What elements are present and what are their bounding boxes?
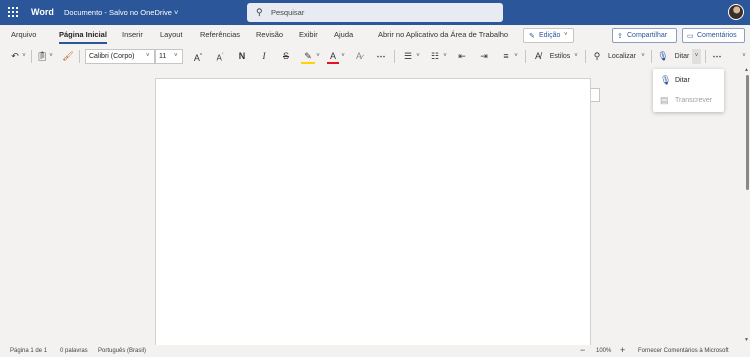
chevron-down-icon[interactable]: ˅ (48, 49, 54, 64)
font-color-icon[interactable]: A (327, 49, 339, 64)
word-count: 0 palavras (60, 348, 88, 354)
document-title[interactable]: Documento - Salvo no OneDrive ˅ (64, 8, 178, 17)
styles-icon[interactable]: A̸ (531, 49, 545, 64)
clear-format-icon[interactable]: A̷ (352, 49, 366, 64)
font-size-value: 11 (159, 53, 167, 60)
edit-mode-label: Edição (539, 32, 561, 39)
comment-icon: ▭ (687, 33, 694, 40)
chevron-down-icon[interactable]: ˅ (442, 49, 448, 64)
undo-icon[interactable]: ↶ (9, 49, 21, 64)
status-bar: Página 1 de 1 0 palavras Português (Bras… (0, 345, 750, 357)
tab-layout[interactable]: Layout (160, 30, 183, 39)
share-icon: ⇪ (617, 33, 623, 40)
dictate-label[interactable]: Ditar (671, 49, 693, 64)
zoom-out-icon[interactable]: − (580, 345, 585, 355)
scroll-up-icon[interactable]: ▲ (744, 67, 749, 73)
format-painter-icon[interactable]: 🖌︎ (62, 49, 74, 64)
tab-abrir-desktop[interactable]: Abrir no Aplicativo da Área de Trabalho (378, 30, 508, 39)
find-icon[interactable]: ⚲ (591, 49, 603, 64)
divider (394, 50, 395, 63)
paste-icon[interactable]: 📋︎ (36, 49, 48, 64)
tab-revisao[interactable]: Revisão (256, 30, 283, 39)
strikethrough-icon[interactable]: S (280, 49, 292, 64)
divider (651, 50, 652, 63)
chevron-down-icon: ˅ (174, 53, 178, 59)
search-icon: ⚲ (256, 7, 263, 17)
chevron-down-icon[interactable]: ˅ (640, 49, 646, 64)
edit-mode-button[interactable]: ✎ Edição ˅ (523, 28, 574, 43)
chevron-down-icon[interactable]: ˅ (692, 49, 701, 64)
tab-inserir[interactable]: Inserir (122, 30, 143, 39)
chevron-down-icon[interactable]: ˅ (340, 49, 346, 64)
page-count: Página 1 de 1 (10, 348, 48, 354)
ribbon-toolbar: ↶ ˅ 📋︎ ˅ 🖌︎ Calibri (Corpo) ˅ 11 ˅ A^ Aˇ… (0, 46, 750, 67)
divider (79, 50, 80, 63)
tab-exibir[interactable]: Exibir (299, 30, 318, 39)
microphone-icon: 🎙︎ (660, 75, 672, 85)
grow-font-icon[interactable]: A^ (192, 49, 204, 64)
expand-ribbon-icon[interactable]: ˅ (740, 49, 748, 64)
chevron-down-icon[interactable]: ˅ (415, 49, 421, 64)
divider (31, 50, 32, 63)
menu-bar: Arquivo Página Inicial Inserir Layout Re… (0, 25, 750, 46)
microphone-icon[interactable]: 🎙︎ (657, 49, 669, 64)
more-options-icon[interactable]: ⋯ (710, 49, 724, 64)
styles-label[interactable]: Estilos (547, 49, 573, 64)
highlight-icon[interactable]: ✎ (301, 49, 315, 64)
divider (585, 50, 586, 63)
align-icon[interactable]: ≡ (499, 49, 513, 64)
title-bar: Word Documento - Salvo no OneDrive ˅ ⚲ P… (0, 0, 750, 25)
avatar[interactable] (728, 4, 744, 20)
chevron-down-icon: ˅ (564, 32, 568, 38)
tab-ajuda[interactable]: Ajuda (334, 30, 353, 39)
comments-label: Comentários (697, 32, 737, 39)
search-box[interactable]: ⚲ Pesquisar (247, 3, 503, 22)
app-launcher-icon[interactable] (8, 7, 18, 17)
decrease-indent-icon[interactable]: ⇤ (455, 49, 469, 64)
dropdown-item-label: Ditar (675, 77, 690, 84)
bullets-icon[interactable]: ☰ (401, 49, 415, 64)
dropdown-item-ditar[interactable]: 🎙︎ Ditar (653, 71, 724, 90)
chevron-down-icon[interactable]: ˅ (573, 49, 579, 64)
feedback-link[interactable]: Fornecer Comentários à Microsoft (638, 348, 729, 354)
tab-arquivo[interactable]: Arquivo (11, 30, 36, 39)
bold-icon[interactable]: N (236, 49, 248, 64)
tab-referencias[interactable]: Referências (200, 30, 240, 39)
search-placeholder: Pesquisar (271, 8, 305, 17)
scrollbar-thumb[interactable] (746, 75, 749, 190)
find-label[interactable]: Localizar (605, 49, 639, 64)
dropdown-item-label: Transcrever (675, 97, 713, 104)
chevron-down-icon[interactable]: ˅ (315, 49, 321, 64)
font-name-select[interactable]: Calibri (Corpo) ˅ (85, 49, 155, 64)
chevron-down-icon[interactable]: ˅ (21, 49, 27, 64)
page-margin-marker (591, 88, 600, 102)
more-font-options-icon[interactable]: ⋯ (374, 49, 388, 64)
numbering-icon[interactable]: ☷ (428, 49, 442, 64)
chevron-down-icon[interactable]: ˅ (513, 49, 519, 64)
font-size-select[interactable]: 11 ˅ (155, 49, 183, 64)
comments-button[interactable]: ▭ Comentários (682, 28, 745, 43)
document-page[interactable] (155, 78, 591, 345)
divider (705, 50, 706, 63)
scroll-down-icon[interactable]: ▼ (744, 337, 749, 343)
transcribe-icon: ▤ (660, 95, 669, 105)
zoom-level[interactable]: 100% (596, 348, 611, 354)
zoom-in-icon[interactable]: + (620, 345, 625, 355)
font-name-value: Calibri (Corpo) (89, 53, 135, 60)
language-indicator[interactable]: Português (Brasil) (98, 348, 146, 354)
italic-icon[interactable]: I (258, 49, 270, 64)
app-name[interactable]: Word (31, 7, 54, 17)
increase-indent-icon[interactable]: ⇥ (477, 49, 491, 64)
pencil-icon: ✎ (529, 33, 535, 40)
share-label: Compartilhar (627, 32, 668, 39)
chevron-down-icon: ˅ (146, 53, 150, 59)
share-button[interactable]: ⇪ Compartilhar (612, 28, 677, 43)
divider (525, 50, 526, 63)
shrink-font-icon[interactable]: Aˇ (214, 49, 226, 64)
tab-pagina-inicial[interactable]: Página Inicial (59, 30, 107, 44)
dictate-dropdown: 🎙︎ Ditar ▤ Transcrever (653, 69, 724, 112)
dropdown-item-transcrever: ▤ Transcrever (653, 91, 724, 110)
